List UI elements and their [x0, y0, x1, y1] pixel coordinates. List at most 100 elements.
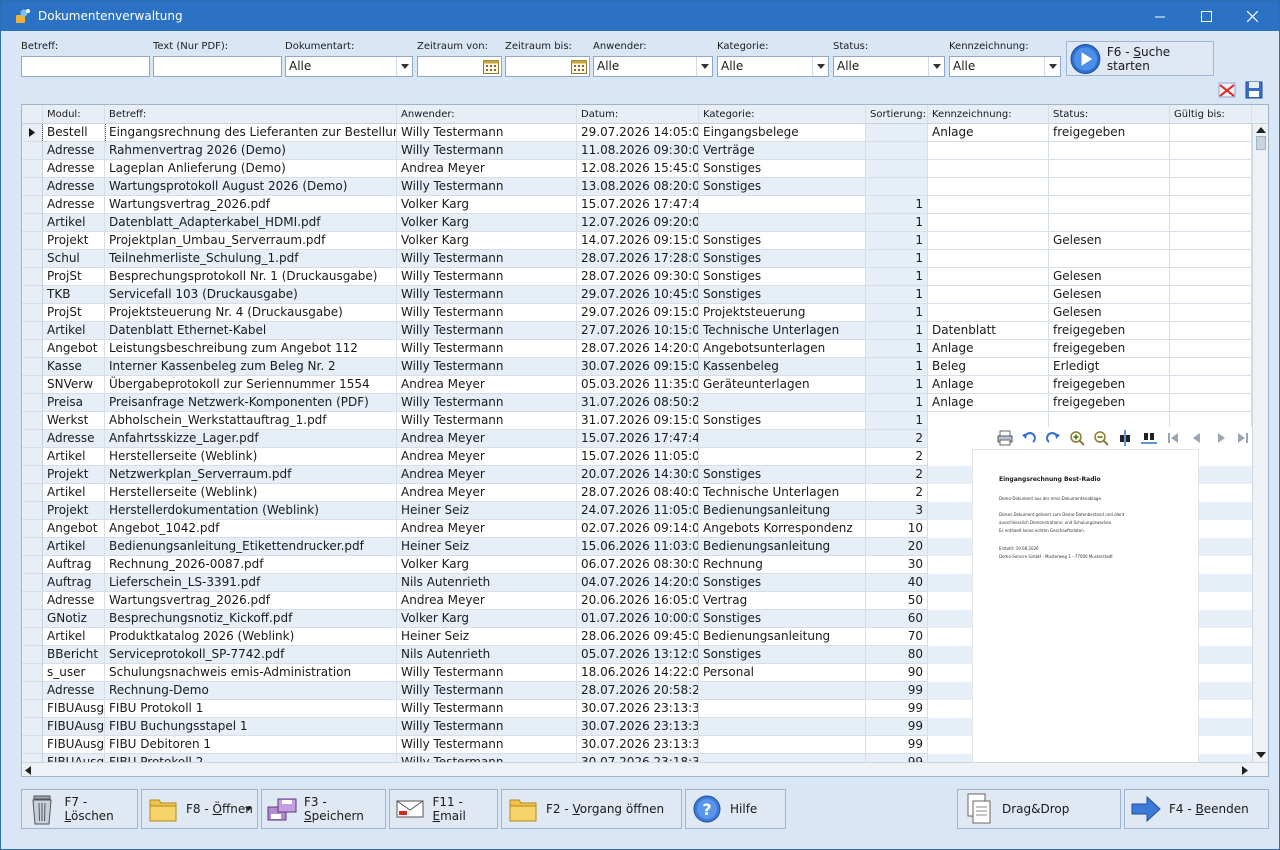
cell-sortierung[interactable]: 40 [866, 574, 928, 592]
cell-kategorie[interactable]: Bedienungsanleitung [699, 538, 866, 556]
cell-anwender[interactable]: Andrea Meyer [397, 160, 577, 178]
cell-gueltig-bis[interactable] [1170, 124, 1252, 142]
cell-kategorie[interactable]: Bedienungsanleitung [699, 628, 866, 646]
cell-betreff[interactable]: Besprechungsnotiz_Kickoff.pdf [105, 610, 397, 628]
cell-betreff[interactable]: Rechnung-Demo [105, 682, 397, 700]
cell-datum[interactable]: 15.07.2026 17:47:42 [577, 196, 699, 214]
cell-sortierung[interactable]: 60 [866, 610, 928, 628]
cell-status[interactable] [1049, 178, 1170, 196]
zoom-in-icon[interactable] [1068, 429, 1086, 447]
row-indicator[interactable] [22, 232, 43, 250]
cell-anwender[interactable]: Andrea Meyer [397, 484, 577, 502]
cell-betreff[interactable]: Servicefall 103 (Druckausgabe) [105, 286, 397, 304]
cell-anwender[interactable]: Willy Testermann [397, 268, 577, 286]
minimize-button[interactable] [1137, 1, 1183, 31]
print-icon[interactable] [996, 429, 1014, 447]
cell-gueltig-bis[interactable] [1170, 214, 1252, 232]
cell-anwender[interactable]: Andrea Meyer [397, 466, 577, 484]
cell-gueltig-bis[interactable] [1170, 160, 1252, 178]
cell-gueltig-bis[interactable] [1170, 268, 1252, 286]
cell-betreff[interactable]: Wartungsprotokoll August 2026 (Demo) [105, 178, 397, 196]
cell-anwender[interactable]: Andrea Meyer [397, 592, 577, 610]
kennzeichnung-select[interactable]: Alle [949, 56, 1061, 77]
previous-page-icon[interactable] [1188, 429, 1206, 447]
cell-sortierung[interactable]: 1 [866, 376, 928, 394]
cell-sortierung[interactable]: 99 [866, 718, 928, 736]
cell-betreff[interactable]: Abholschein_Werkstattauftrag_1.pdf [105, 412, 397, 430]
cell-kategorie[interactable] [699, 214, 866, 232]
table-row[interactable]: Adresse Rahmenvertrag 2026 (Demo) Willy Te… [22, 142, 1252, 160]
cell-modul[interactable]: Adresse [43, 196, 105, 214]
status-select[interactable]: Alle [833, 56, 945, 77]
cell-modul[interactable]: ProjSt [43, 268, 105, 286]
column-header-kategorie[interactable]: Kategorie: [699, 105, 866, 124]
cell-kategorie[interactable] [699, 718, 866, 736]
cell-status[interactable]: freigegeben [1049, 376, 1170, 394]
horizontal-scrollbar[interactable] [22, 762, 1268, 776]
calendar-icon[interactable] [571, 59, 587, 74]
document-preview[interactable]: Eingangsrechnung Best-Radio Demo-Dokumen… [973, 450, 1198, 768]
row-indicator[interactable] [22, 592, 43, 610]
column-header-gueltig-bis[interactable]: Gültig bis: [1170, 105, 1252, 124]
save-button[interactable]: F3 - Speichern [261, 789, 386, 829]
cell-status[interactable]: Erledigt [1049, 358, 1170, 376]
cell-betreff[interactable]: Besprechungsprotokoll Nr. 1 (Druckausgab… [105, 268, 397, 286]
table-row[interactable]: ProjSt Besprechungsprotokoll Nr. 1 (Druck… [22, 268, 1252, 286]
save-disk-icon[interactable] [1245, 81, 1264, 99]
cell-sortierung[interactable]: 99 [866, 682, 928, 700]
cell-betreff[interactable]: Teilnehmerliste_Schulung_1.pdf [105, 250, 397, 268]
table-row[interactable]: TKB Servicefall 103 (Druckausgabe) Willy T… [22, 286, 1252, 304]
cell-status[interactable]: freigegeben [1049, 124, 1170, 142]
row-indicator[interactable] [22, 610, 43, 628]
cell-modul[interactable]: Angebot [43, 520, 105, 538]
cell-datum[interactable]: 31.07.2026 08:50:22 [577, 394, 699, 412]
cell-kategorie[interactable]: Sonstiges [699, 178, 866, 196]
table-row[interactable]: Adresse Wartungsprotokoll August 2026 (De… [22, 178, 1252, 196]
row-indicator[interactable] [22, 196, 43, 214]
cell-gueltig-bis[interactable] [1170, 358, 1252, 376]
cell-kategorie[interactable]: Kassenbeleg [699, 358, 866, 376]
cell-kategorie[interactable]: Angebotsunterlagen [699, 340, 866, 358]
column-header-betreff[interactable]: Betreff: [105, 105, 397, 124]
cell-betreff[interactable]: Interner Kassenbeleg zum Beleg Nr. 2 [105, 358, 397, 376]
row-indicator[interactable] [22, 466, 43, 484]
cell-kategorie[interactable]: Bedienungsanleitung [699, 502, 866, 520]
cell-modul[interactable]: Schul [43, 250, 105, 268]
table-row[interactable]: Adresse Lageplan Anlieferung (Demo) Andrea… [22, 160, 1252, 178]
cell-kategorie[interactable]: Technische Unterlagen [699, 484, 866, 502]
cell-kategorie[interactable]: Sonstiges [699, 268, 866, 286]
row-indicator[interactable] [22, 304, 43, 322]
cell-anwender[interactable]: Willy Testermann [397, 340, 577, 358]
cell-modul[interactable]: Adresse [43, 682, 105, 700]
cell-datum[interactable]: 01.07.2026 10:00:00 [577, 610, 699, 628]
column-header-sortierung[interactable]: Sortierung: [866, 105, 928, 124]
cell-datum[interactable]: 24.07.2026 11:05:00 [577, 502, 699, 520]
cell-kategorie[interactable]: Personal [699, 664, 866, 682]
cell-anwender[interactable]: Willy Testermann [397, 664, 577, 682]
row-indicator[interactable] [22, 574, 43, 592]
row-indicator[interactable] [22, 754, 43, 762]
row-indicator[interactable] [22, 376, 43, 394]
cell-anwender[interactable]: Andrea Meyer [397, 430, 577, 448]
cell-status[interactable] [1049, 196, 1170, 214]
cell-modul[interactable]: s_user [43, 664, 105, 682]
table-row[interactable]: Schul Teilnehmerliste_Schulung_1.pdf Willy… [22, 250, 1252, 268]
cell-sortierung[interactable]: 99 [866, 700, 928, 718]
zoom-out-icon[interactable] [1092, 429, 1110, 447]
cell-modul[interactable]: Artikel [43, 538, 105, 556]
row-indicator[interactable] [22, 268, 43, 286]
cell-kategorie[interactable]: Sonstiges [699, 610, 866, 628]
kategorie-select[interactable]: Alle [717, 56, 829, 77]
column-header-modul[interactable]: Modul: [43, 105, 105, 124]
cell-kennzeichnung[interactable] [928, 268, 1049, 286]
cell-sortierung[interactable] [866, 178, 928, 196]
close-button[interactable] [1229, 1, 1275, 31]
cell-gueltig-bis[interactable] [1170, 286, 1252, 304]
table-row[interactable]: SNVerw Übergabeprotokoll zur Seriennummer… [22, 376, 1252, 394]
cell-gueltig-bis[interactable] [1170, 142, 1252, 160]
cell-betreff[interactable]: Lageplan Anlieferung (Demo) [105, 160, 397, 178]
cell-modul[interactable]: FIBUAusgF [43, 700, 105, 718]
cell-gueltig-bis[interactable] [1170, 322, 1252, 340]
cell-betreff[interactable]: Serviceprotokoll_SP-7742.pdf [105, 646, 397, 664]
row-indicator[interactable] [22, 718, 43, 736]
